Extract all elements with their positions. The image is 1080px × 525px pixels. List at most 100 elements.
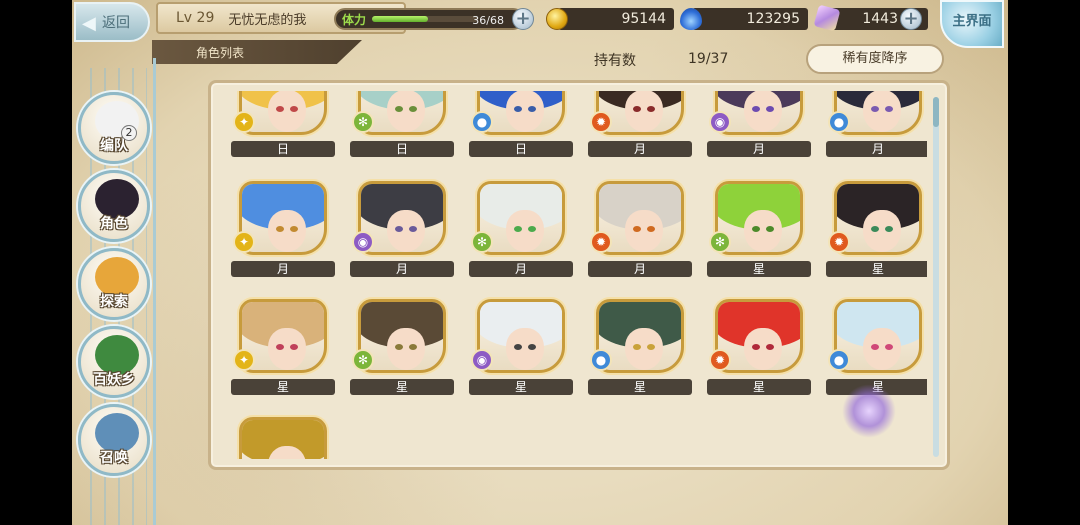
attribute-label: 日: [469, 141, 573, 157]
character-card[interactable]: ✦: [231, 417, 335, 459]
sidebar-item-label: 编队: [100, 138, 128, 154]
character-card[interactable]: ✻ 日: [350, 91, 454, 165]
character-card[interactable]: ✹ 星: [707, 299, 811, 403]
character-card[interactable]: ◉ 星: [469, 299, 573, 403]
portrait-face: [625, 328, 663, 370]
character-card[interactable]: ✹ 月: [588, 181, 692, 285]
character-card[interactable]: ◉ 月: [707, 91, 811, 165]
fire-element-icon: ✹: [590, 111, 612, 133]
back-arrow-icon: ◀: [82, 13, 96, 34]
character-card[interactable]: ✻ 星: [350, 299, 454, 403]
sidebar-item-label: 召唤: [100, 450, 128, 466]
portrait-face: [863, 328, 901, 370]
character-card[interactable]: ● 日: [469, 91, 573, 165]
dark-element-icon: ◉: [471, 349, 493, 371]
character-portrait: [239, 417, 327, 459]
team-count-badge: 2: [121, 125, 137, 141]
portrait-face: [506, 91, 544, 132]
character-card[interactable]: ✦ 月: [231, 181, 335, 285]
character-card[interactable]: ✦ 星: [231, 299, 335, 403]
sidebar-item-label: 探索: [100, 294, 128, 310]
stamina-track: [372, 16, 478, 22]
stamina-bar: 体力 36/68: [334, 8, 524, 30]
attribute-label: 星: [469, 379, 573, 395]
attribute-label: 星: [350, 379, 454, 395]
water-element-icon: ●: [828, 349, 850, 371]
character-card[interactable]: ✹ 星: [826, 181, 927, 285]
attribute-label: 月: [588, 141, 692, 157]
add-crystal-button[interactable]: +: [900, 8, 922, 30]
touch-glow: [842, 384, 896, 438]
attribute-label: 星: [707, 379, 811, 395]
attribute-label: 日: [350, 141, 454, 157]
wind-element-icon: ✻: [709, 231, 731, 253]
character-card[interactable]: ✻ 星: [707, 181, 811, 285]
water-element-icon: ●: [471, 111, 493, 133]
wind-element-icon: ✻: [352, 111, 374, 133]
water-element-icon: ●: [828, 111, 850, 133]
gold-amount: 95144: [558, 8, 674, 30]
attribute-label: 月: [350, 261, 454, 277]
scrollbar-thumb[interactable]: [933, 97, 939, 127]
water-element-icon: ●: [590, 349, 612, 371]
attribute-label: 月: [588, 261, 692, 277]
character-card[interactable]: ◉ 月: [350, 181, 454, 285]
owned-count-value: 19/37: [688, 51, 729, 67]
portrait-face: [387, 328, 425, 370]
portrait-face: [625, 91, 663, 132]
home-button[interactable]: 主界面: [940, 0, 1004, 48]
back-label: 返回: [102, 15, 130, 31]
sort-rarity-button[interactable]: 稀有度降序: [806, 44, 944, 74]
tab-character-list[interactable]: 角色列表: [152, 40, 362, 64]
gold-coin-icon: [546, 8, 568, 30]
attribute-label: 月: [826, 141, 927, 157]
portrait-face: [506, 210, 544, 252]
sidebar-item-1[interactable]: 角色: [78, 170, 150, 242]
portrait-face: [506, 328, 544, 370]
attribute-label: 月: [707, 141, 811, 157]
character-grid[interactable]: ✦日✻日●日✹月◉月●月✦月◉月✻月✹月✻星✹星✦星✻星◉星●星✹星●星✦: [221, 91, 927, 459]
grid-scrollbar[interactable]: [933, 97, 939, 457]
blue-currency-amount: 123295: [692, 8, 808, 30]
portrait-face: [387, 91, 425, 132]
character-card[interactable]: ✦ 日: [231, 91, 335, 165]
portrait-face: [744, 210, 782, 252]
player-level: Lv 29: [176, 10, 215, 26]
fire-element-icon: ✹: [709, 349, 731, 371]
portrait-face: [268, 210, 306, 252]
wind-element-icon: ✻: [352, 349, 374, 371]
fire-element-icon: ✹: [828, 231, 850, 253]
stamina-fill: [372, 16, 429, 22]
attribute-label: 月: [231, 261, 335, 277]
sidebar-item-3[interactable]: 百妖乡: [78, 326, 150, 398]
stamina-value: 36/68: [472, 14, 504, 27]
character-list-screen: ◀ 返回 Lv 29 无忧无虑的我 角色列表 体力 36/68 + 95144 …: [72, 0, 1008, 525]
attribute-label: 星: [826, 261, 927, 277]
owned-count-label: 持有数: [594, 53, 636, 69]
dark-element-icon: ◉: [352, 231, 374, 253]
character-card[interactable]: ● 月: [826, 91, 927, 165]
sidebar-item-label: 百妖乡: [93, 372, 135, 388]
sidebar-item-4[interactable]: 召唤: [78, 404, 150, 476]
sidebar-item-label: 角色: [100, 216, 128, 232]
blue-flame-icon: [680, 8, 702, 30]
attribute-label: 月: [469, 261, 573, 277]
attribute-label: 星: [707, 261, 811, 277]
portrait-face: [387, 210, 425, 252]
character-card[interactable]: ✹ 月: [588, 91, 692, 165]
sun-element-icon: ✦: [233, 231, 255, 253]
fire-element-icon: ✹: [590, 231, 612, 253]
attribute-label: 星: [588, 379, 692, 395]
wind-element-icon: ✻: [471, 231, 493, 253]
attribute-label: 星: [231, 379, 335, 395]
portrait-face: [744, 328, 782, 370]
add-stamina-button[interactable]: +: [512, 8, 534, 30]
back-button[interactable]: ◀ 返回: [74, 2, 150, 42]
character-card[interactable]: ●星: [588, 299, 692, 403]
stamina-label: 体力: [342, 13, 367, 27]
attribute-label: 日: [231, 141, 335, 157]
sun-element-icon: ✦: [233, 349, 255, 371]
sidebar-item-0[interactable]: 编队 2: [78, 92, 150, 164]
character-card[interactable]: ✻ 月: [469, 181, 573, 285]
sidebar-item-2[interactable]: 探索: [78, 248, 150, 320]
